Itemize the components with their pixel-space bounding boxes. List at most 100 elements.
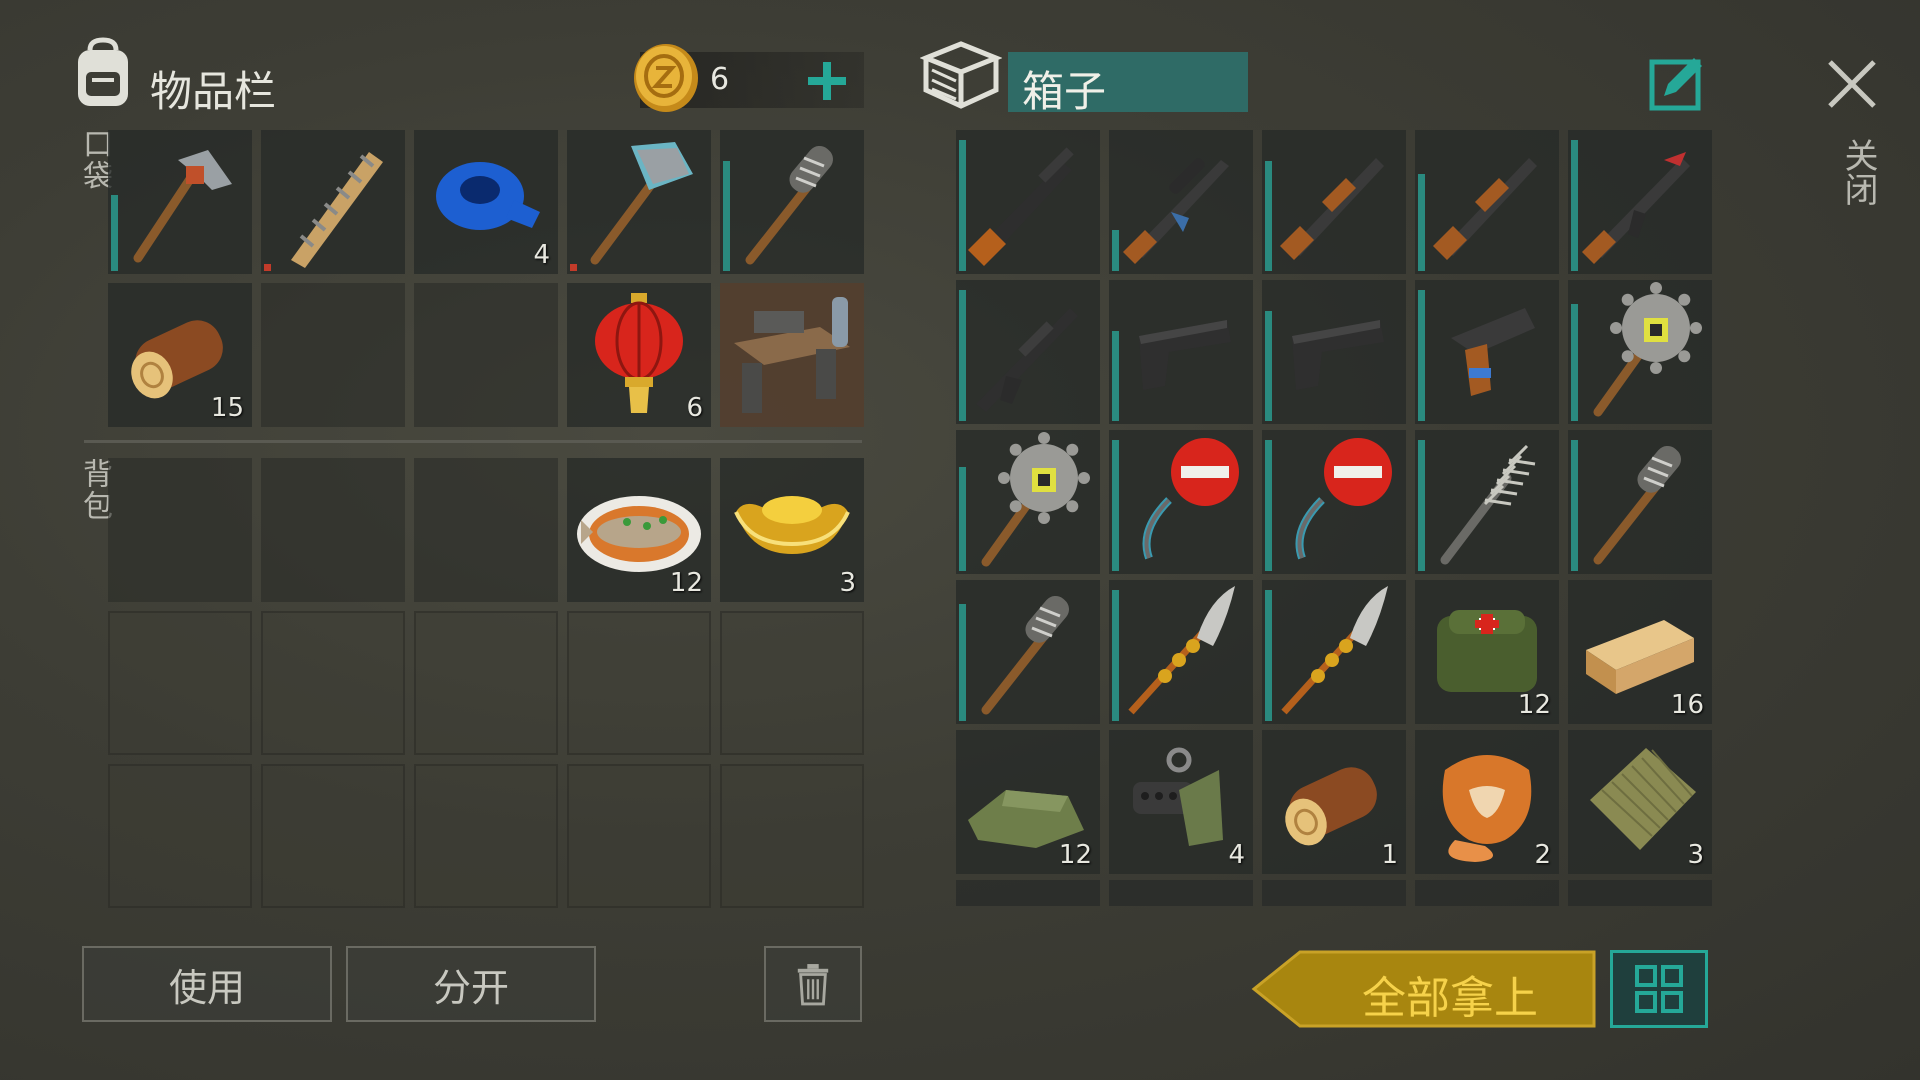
item-slot[interactable] bbox=[720, 283, 864, 427]
item-slot[interactable] bbox=[1415, 280, 1559, 424]
durability-bar bbox=[959, 467, 966, 571]
item-slot[interactable]: 3 bbox=[1568, 730, 1712, 874]
hammer-icon bbox=[108, 130, 252, 274]
pistol-icon bbox=[1109, 280, 1253, 424]
empty-slot[interactable] bbox=[261, 283, 405, 427]
empty-slot[interactable] bbox=[567, 611, 711, 755]
item-slot[interactable] bbox=[956, 280, 1100, 424]
item-slot[interactable]: 16 bbox=[1568, 580, 1712, 724]
item-slot[interactable] bbox=[1262, 130, 1406, 274]
item-slot[interactable]: 4 bbox=[414, 130, 558, 274]
empty-slot[interactable] bbox=[414, 611, 558, 755]
empty-slot[interactable] bbox=[567, 764, 711, 908]
durability-bar bbox=[959, 604, 966, 721]
item-slot[interactable]: 12 bbox=[956, 730, 1100, 874]
glaive-icon bbox=[1109, 580, 1253, 724]
durability-bar bbox=[959, 290, 966, 421]
item-quantity: 3 bbox=[839, 568, 856, 598]
durability-bar bbox=[111, 195, 118, 271]
empty-slot[interactable] bbox=[414, 458, 558, 602]
item-slot[interactable] bbox=[1109, 430, 1253, 574]
close-button[interactable]: 关闭 bbox=[1822, 54, 1882, 234]
durability-bar bbox=[1418, 290, 1425, 421]
wrapped-club-icon bbox=[1568, 430, 1712, 574]
item-slot[interactable]: 12 bbox=[567, 458, 711, 602]
item-slot[interactable] bbox=[1415, 430, 1559, 574]
item-slot[interactable] bbox=[1262, 280, 1406, 424]
durability-bar bbox=[1418, 174, 1425, 271]
assault-rifle-icon bbox=[956, 280, 1100, 424]
empty-slot[interactable] bbox=[414, 283, 558, 427]
item-quantity: 4 bbox=[533, 240, 550, 270]
backpack-icon bbox=[66, 36, 140, 110]
item-slot[interactable] bbox=[1568, 280, 1712, 424]
item-slot[interactable] bbox=[1109, 580, 1253, 724]
spiked-bat-icon bbox=[261, 130, 405, 274]
item-slot[interactable]: 3 bbox=[720, 458, 864, 602]
sort-button[interactable] bbox=[1610, 950, 1708, 1028]
item-slot[interactable] bbox=[1109, 280, 1253, 424]
wrapped-club-icon bbox=[720, 130, 864, 274]
discard-button[interactable] bbox=[764, 946, 862, 1022]
empty-slot[interactable] bbox=[108, 458, 252, 602]
item-slot[interactable]: 12 bbox=[1415, 580, 1559, 724]
item-slot[interactable] bbox=[1262, 430, 1406, 574]
empty-slot[interactable] bbox=[108, 764, 252, 908]
empty-slot[interactable] bbox=[261, 458, 405, 602]
empty-slot[interactable] bbox=[1262, 880, 1406, 906]
item-slot[interactable] bbox=[108, 130, 252, 274]
item-slot[interactable] bbox=[956, 580, 1100, 724]
item-slot[interactable]: 15 bbox=[108, 283, 252, 427]
empty-slot[interactable] bbox=[956, 880, 1100, 906]
empty-slot[interactable] bbox=[108, 611, 252, 755]
item-quantity: 12 bbox=[1517, 690, 1551, 720]
flare-gun-icon bbox=[1415, 280, 1559, 424]
saw-blade-club-icon bbox=[956, 430, 1100, 574]
item-slot[interactable] bbox=[567, 130, 711, 274]
empty-slot[interactable] bbox=[261, 611, 405, 755]
section-divider bbox=[84, 440, 862, 443]
empty-slot[interactable] bbox=[414, 764, 558, 908]
split-button[interactable]: 分开 bbox=[346, 946, 596, 1022]
durability-bar bbox=[1112, 230, 1119, 271]
shotgun-icon bbox=[1262, 130, 1406, 274]
sniper-rifle-icon bbox=[956, 130, 1100, 274]
item-slot[interactable] bbox=[1568, 130, 1712, 274]
durability-bar bbox=[1265, 311, 1272, 421]
take-all-label: 全部拿上 bbox=[1362, 973, 1538, 1024]
empty-slot[interactable] bbox=[1568, 880, 1712, 906]
durability-bar bbox=[1571, 440, 1578, 571]
item-slot[interactable] bbox=[956, 130, 1100, 274]
use-button[interactable]: 使用 bbox=[82, 946, 332, 1022]
edit-icon bbox=[1649, 58, 1702, 111]
durability-bar bbox=[1112, 331, 1119, 421]
item-slot[interactable]: 4 bbox=[1109, 730, 1253, 874]
close-icon bbox=[1828, 60, 1876, 108]
item-slot[interactable] bbox=[1415, 130, 1559, 274]
grid-icon bbox=[1635, 965, 1683, 1013]
item-slot[interactable] bbox=[720, 130, 864, 274]
item-slot[interactable] bbox=[956, 430, 1100, 574]
item-slot[interactable]: 1 bbox=[1262, 730, 1406, 874]
item-slot[interactable] bbox=[1109, 130, 1253, 274]
item-slot[interactable] bbox=[1568, 430, 1712, 574]
take-all-button[interactable]: 全部拿上 bbox=[1250, 950, 1596, 1028]
item-slot[interactable] bbox=[261, 130, 405, 274]
item-slot[interactable]: 6 bbox=[567, 283, 711, 427]
item-quantity: 12 bbox=[669, 568, 703, 598]
item-slot[interactable] bbox=[1262, 580, 1406, 724]
item-slot[interactable]: 2 bbox=[1415, 730, 1559, 874]
empty-slot[interactable] bbox=[720, 611, 864, 755]
ak-rifle-icon bbox=[1568, 130, 1712, 274]
durability-bar bbox=[1265, 440, 1272, 571]
empty-slot[interactable] bbox=[261, 764, 405, 908]
rename-box-button[interactable] bbox=[1648, 54, 1706, 112]
shotgun-icon bbox=[1415, 130, 1559, 274]
durability-bar bbox=[1418, 440, 1425, 571]
durability-bar bbox=[723, 161, 730, 271]
add-coins-button[interactable] bbox=[804, 58, 850, 104]
empty-slot[interactable] bbox=[1109, 880, 1253, 906]
empty-slot[interactable] bbox=[720, 764, 864, 908]
empty-slot[interactable] bbox=[1415, 880, 1559, 906]
item-quantity: 3 bbox=[1687, 840, 1704, 870]
